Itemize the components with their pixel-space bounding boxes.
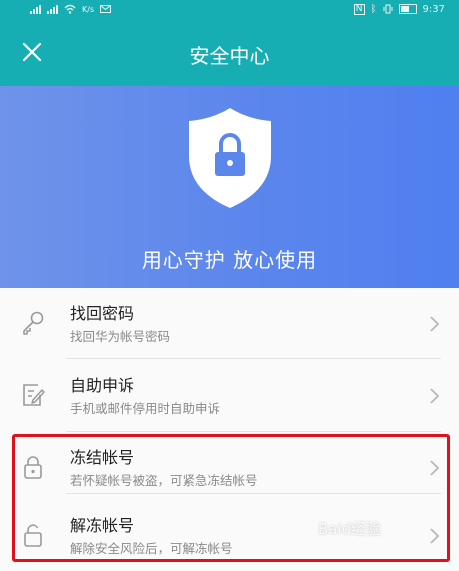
network-speed-badge: K/s bbox=[82, 4, 95, 14]
item-title: 解冻帐号 bbox=[70, 516, 135, 535]
page-title: 安全中心 bbox=[189, 44, 270, 68]
list-item-unfreeze-account[interactable]: 解冻帐号 解除安全风险后，可解冻帐号 bbox=[0, 500, 459, 570]
item-subtitle: 找回华为帐号密码 bbox=[70, 329, 171, 344]
chevron-right-icon bbox=[430, 460, 440, 476]
battery-icon bbox=[398, 4, 417, 14]
bluetooth-icon: ᛒ bbox=[370, 3, 377, 15]
divider bbox=[66, 358, 441, 359]
list-item-freeze-account[interactable]: 冻结帐号 若怀疑帐号被盗，可紧急冻结帐号 bbox=[0, 432, 459, 502]
signal-icon bbox=[30, 4, 41, 14]
security-hero-banner: 用心守护 放心使用 bbox=[0, 86, 459, 288]
edit-icon bbox=[23, 384, 45, 406]
status-bar: K/s N ᛒ 9:37 bbox=[0, 0, 459, 18]
hero-slogan: 用心守护 放心使用 bbox=[141, 248, 318, 272]
watermark: Baid经验 bbox=[318, 520, 382, 538]
chevron-right-icon bbox=[430, 528, 440, 544]
key-icon bbox=[23, 311, 44, 335]
security-options-list: 找回密码 找回华为帐号密码 自助申诉 手机或邮件停用时自助申诉 冻结帐号 若怀疑… bbox=[0, 288, 459, 571]
status-time: 9:37 bbox=[422, 3, 445, 15]
item-title: 自助申诉 bbox=[70, 376, 135, 395]
shield-lock-icon bbox=[189, 108, 271, 208]
divider bbox=[66, 493, 441, 494]
list-item-self-appeal[interactable]: 自助申诉 手机或邮件停用时自助申诉 bbox=[0, 360, 459, 430]
item-title: 找回密码 bbox=[70, 304, 135, 323]
lock-closed-icon bbox=[24, 456, 42, 479]
wifi-icon bbox=[64, 4, 76, 14]
item-subtitle: 若怀疑帐号被盗，可紧急冻结帐号 bbox=[70, 473, 258, 488]
title-bar: 安全中心 bbox=[0, 18, 459, 86]
list-item-recover-password[interactable]: 找回密码 找回华为帐号密码 bbox=[0, 288, 459, 358]
item-subtitle: 手机或邮件停用时自助申诉 bbox=[70, 401, 221, 416]
nfc-icon: N bbox=[353, 3, 365, 15]
lock-open-icon bbox=[24, 524, 42, 547]
chevron-right-icon bbox=[430, 316, 440, 332]
message-icon bbox=[100, 5, 112, 13]
item-subtitle: 解除安全风险后，可解冻帐号 bbox=[70, 541, 233, 556]
item-title: 冻结帐号 bbox=[70, 448, 135, 467]
vibrate-icon bbox=[383, 4, 393, 14]
signal-icon bbox=[47, 4, 58, 14]
chevron-right-icon bbox=[430, 388, 440, 404]
